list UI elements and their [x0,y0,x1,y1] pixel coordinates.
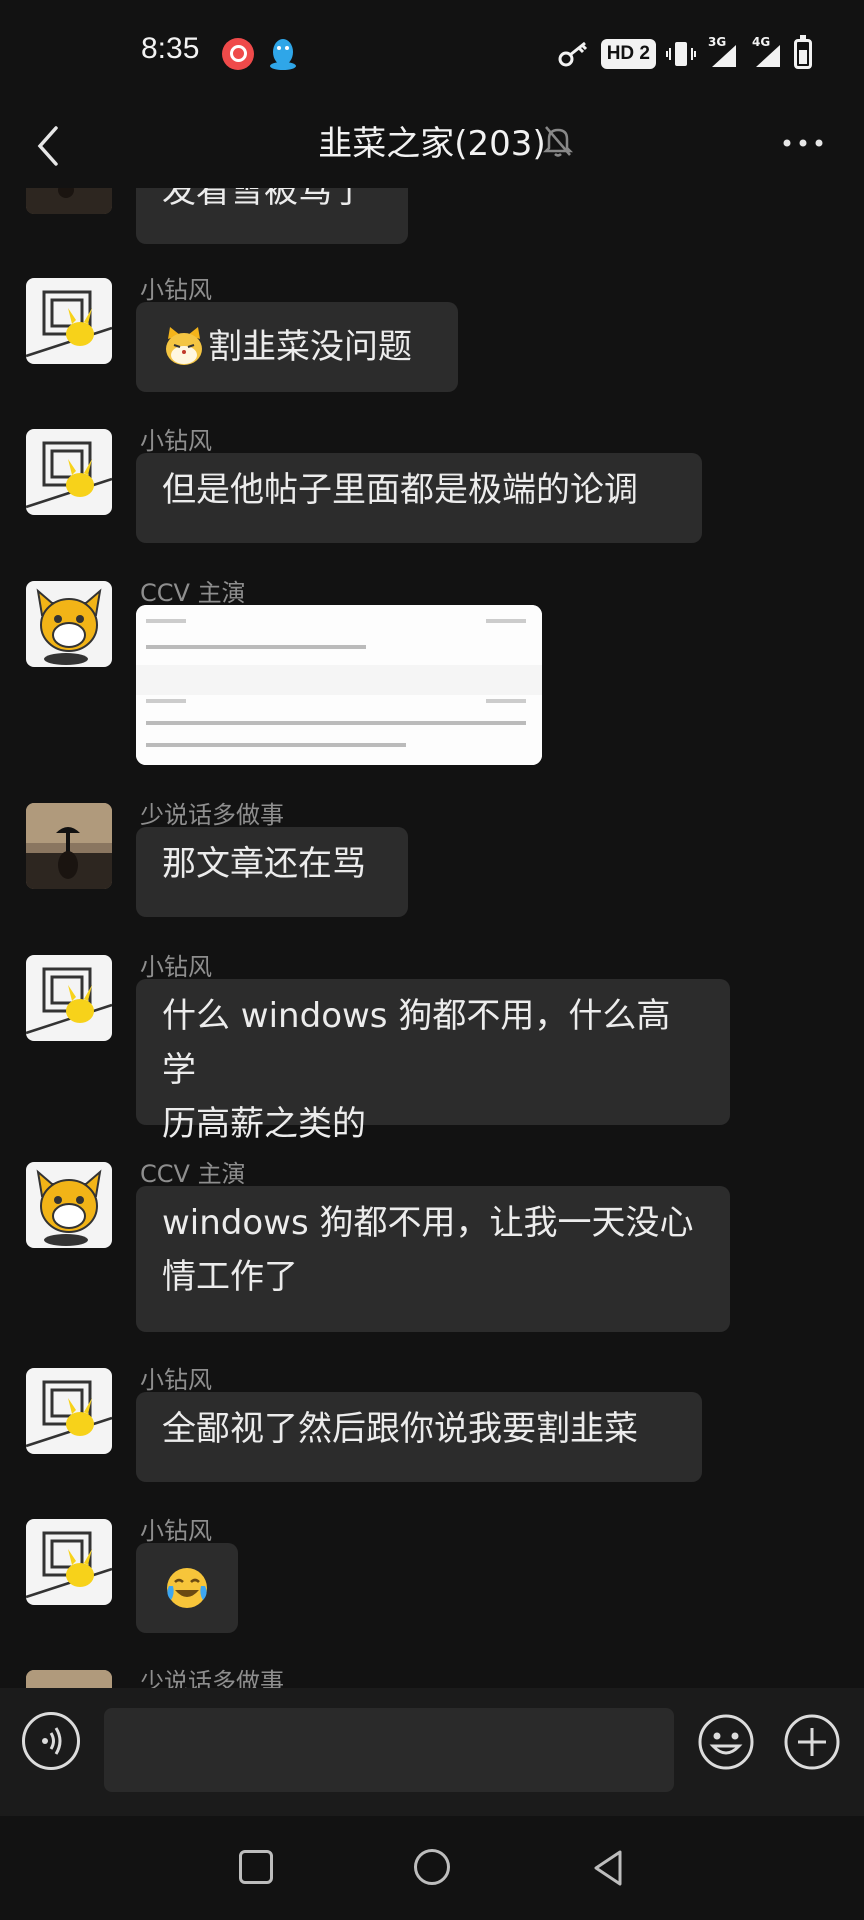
battery-icon [794,35,812,69]
vibrate-icon [666,42,696,66]
sender-name: CCV 主演 [140,579,246,607]
key-icon [558,41,587,67]
sound-wave-icon [42,1727,62,1755]
message-bubble[interactable]: windows 狗都不用，让我一天没心 情工作了 [136,1186,730,1332]
message-text: 发看雪被骂了 [162,188,366,211]
mute-notification-icon [543,126,573,157]
photo-avatar[interactable] [26,1670,112,1688]
message-bubble[interactable]: 但是他帖子里面都是极端的论调 [136,453,702,543]
back-triangle-icon[interactable] [590,1848,626,1888]
photo-avatar[interactable] [26,188,112,214]
sender-name: CCV 主演 [140,1160,246,1188]
message-input-bar [0,1688,864,1816]
pikachu-avatar[interactable] [26,1519,112,1605]
add-attachment-icon[interactable] [782,1712,842,1772]
status-bar: 8:35 HD 2 3G 4G [0,0,864,110]
message-bubble[interactable]: 割韭菜没问题 [136,302,458,392]
sender-name: 少说话多做事 [140,801,284,829]
pikachu-avatar[interactable] [26,429,112,515]
sender-name: 小钻风 [140,427,212,455]
sender-name: 小钻风 [140,953,212,981]
message-text-line: windows 狗都不用，让我一天没心 [162,1203,694,1243]
cat-face-emoji-icon [166,327,202,365]
sender-name: 小钻风 [140,276,212,304]
sender-name: 少说话多做事 [140,1668,284,1688]
message-text-line: 什么 windows 狗都不用，什么高学 [162,996,671,1090]
message-bubble[interactable]: 发看雪被骂了 [136,188,408,244]
crying-laughing-emoji-icon [167,1568,207,1608]
message-text-input[interactable] [104,1708,674,1792]
message-text: 那文章还在骂 [162,844,366,884]
recent-apps-button[interactable] [239,1850,273,1884]
message-bubble[interactable]: 什么 windows 狗都不用，什么高学 历高薪之类的 [136,979,730,1144]
hd-voice-badge: HD 2 [600,39,656,69]
message-text-line: 历高薪之类的 [162,1104,366,1144]
qq-penguin-icon [270,39,296,70]
voice-input-button[interactable] [22,1712,80,1770]
group-title: 韭菜之家(203) [318,124,546,164]
signal-3g-icon: 3G [706,35,740,71]
emoji-picker-icon[interactable] [696,1712,756,1772]
system-navigation-bar [0,1816,864,1920]
image-message-thumbnail[interactable] [136,605,542,765]
sender-name: 小钻风 [140,1517,212,1545]
sender-name: 小钻风 [140,1366,212,1394]
status-time: 8:35 [141,32,200,65]
tiger-avatar[interactable] [26,1162,112,1248]
qq-search-notification-icon [222,38,254,70]
home-button[interactable] [414,1849,450,1885]
message-text-line: 情工作了 [162,1257,298,1297]
signal-4g-icon: 4G [750,35,784,71]
message-bubble[interactable]: 全鄙视了然后跟你说我要割韭菜 [136,1392,702,1482]
message-text: 但是他帖子里面都是极端的论调 [162,470,638,510]
more-options-icon[interactable] [780,128,826,158]
message-bubble[interactable] [136,1543,238,1633]
message-text: 全鄙视了然后跟你说我要割韭菜 [162,1409,638,1449]
message-bubble[interactable]: 那文章还在骂 [136,827,408,917]
chat-header: 韭菜之家(203) [0,110,864,188]
tiger-avatar[interactable] [26,581,112,667]
pikachu-avatar[interactable] [26,278,112,364]
photo-avatar[interactable] [26,803,112,889]
pikachu-avatar[interactable] [26,1368,112,1454]
message-list[interactable]: 发看雪被骂了 小钻风 割韭菜没问题 小钻风 但是他帖子里面都是极端的论调 CCV… [0,188,864,1688]
pikachu-avatar[interactable] [26,955,112,1041]
message-text: 割韭菜没问题 [208,327,412,367]
